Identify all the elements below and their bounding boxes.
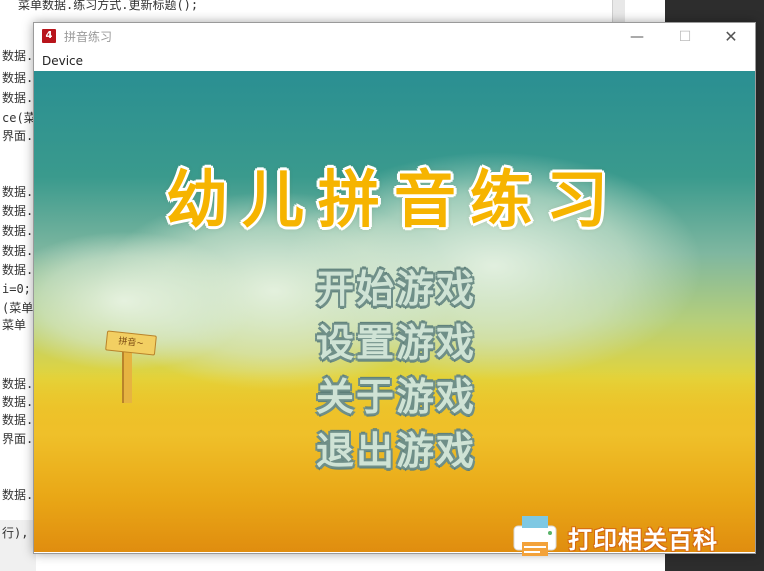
about-button[interactable]: 关于游戏	[296, 375, 496, 419]
game-title: 幼儿拼音练习	[165, 163, 622, 236]
code-line: 菜单	[2, 318, 27, 332]
window-title: 拼音练习	[64, 30, 113, 44]
app-icon: 4	[42, 29, 56, 43]
game-canvas[interactable]: 拼音~ 幼儿拼音练习 开始游戏 设置游戏 关于游戏 退出游戏	[34, 71, 755, 552]
app-window: 4 拼音练习 — ☐ ✕ Device 拼音~ 幼儿拼音练习 开始游戏 设置游戏…	[33, 22, 756, 554]
close-button[interactable]: ✕	[708, 23, 754, 51]
status-text: 行),	[2, 526, 29, 540]
code-line: 菜单数据.练习方式.更新标题();	[18, 0, 199, 12]
code-line: (菜单	[2, 301, 34, 315]
exit-game-button[interactable]: 退出游戏	[296, 429, 496, 473]
menu-bar: Device	[34, 51, 755, 71]
title-bar[interactable]: 4 拼音练习 — ☐ ✕	[34, 23, 755, 51]
maximize-button[interactable]: ☐	[662, 23, 708, 51]
start-game-button[interactable]: 开始游戏	[296, 267, 496, 311]
watermark-text: 打印相关百科	[568, 526, 718, 554]
minimize-button[interactable]: —	[614, 23, 660, 51]
status-bar: 行),	[0, 520, 36, 571]
printer-icon	[513, 516, 557, 556]
settings-button[interactable]: 设置游戏	[296, 321, 496, 365]
menu-device[interactable]: Device	[42, 54, 83, 68]
watermark: 打印相关百科	[510, 508, 764, 568]
